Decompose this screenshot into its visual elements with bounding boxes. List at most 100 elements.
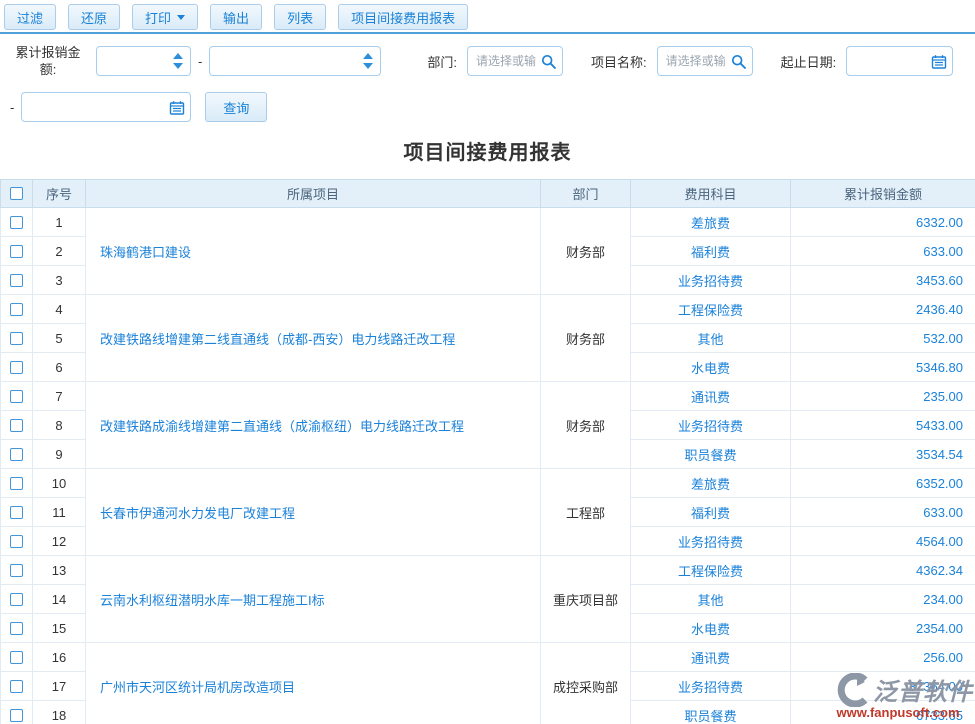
amount-cell[interactable]: 5346.80 [791,353,975,382]
row-number: 9 [33,440,86,469]
row-checkbox[interactable] [10,274,23,287]
row-checkbox[interactable] [10,216,23,229]
list-button[interactable]: 列表 [274,4,326,30]
expense-category-link[interactable]: 业务招待费 [631,411,791,440]
row-checkbox[interactable] [10,506,23,519]
spinner-up-icon[interactable] [363,53,373,59]
toolbar: 过滤 还原 打印 输出 列表 项目间接费用报表 [0,0,975,34]
expense-category-link[interactable]: 工程保险费 [631,295,791,324]
amount-min-field[interactable] [96,46,191,76]
amount-cell[interactable]: 532.00 [791,324,975,353]
spinner-down-icon[interactable] [363,63,373,69]
row-checkbox-cell [1,672,33,701]
row-number: 18 [33,701,86,724]
row-checkbox[interactable] [10,303,23,316]
select-all-checkbox[interactable] [10,187,23,200]
amount-cell[interactable]: 3453.60 [791,266,975,295]
row-checkbox-cell [1,614,33,643]
row-checkbox[interactable] [10,361,23,374]
amount-cell[interactable]: 633.00 [791,237,975,266]
amount-cell[interactable]: 3534.54 [791,440,975,469]
amount-cell[interactable]: 4564.00 [791,527,975,556]
row-checkbox[interactable] [10,651,23,664]
amount-cell[interactable]: 6332.00 [791,208,975,237]
row-checkbox[interactable] [10,477,23,490]
header-project: 所属项目 [86,180,541,208]
row-checkbox[interactable] [10,535,23,548]
expense-category-link[interactable]: 通讯费 [631,643,791,672]
amount-max-input[interactable] [210,47,380,75]
expense-category-link[interactable]: 差旅费 [631,469,791,498]
project-name-link[interactable]: 广州市天河区统计局机房改造项目 [86,643,541,724]
search-icon[interactable] [731,54,747,70]
row-checkbox[interactable] [10,680,23,693]
amount-cell[interactable]: 2354.00 [791,614,975,643]
search-icon[interactable] [541,54,557,70]
row-checkbox[interactable] [10,622,23,635]
filter-button[interactable]: 过滤 [4,4,56,30]
project-name-link[interactable]: 珠海鹤港口建设 [86,208,541,295]
query-button[interactable]: 查询 [205,92,267,122]
row-checkbox[interactable] [10,709,23,722]
amount-cell[interactable]: 235.00 [791,382,975,411]
amount-max-field[interactable] [209,46,381,76]
row-checkbox[interactable] [10,332,23,345]
row-checkbox[interactable] [10,390,23,403]
amount-cell[interactable]: 37364.00 [791,672,975,701]
project-name-label: 项目名称: [591,52,647,71]
row-number: 2 [33,237,86,266]
end-date-field[interactable] [21,92,191,122]
calendar-icon[interactable] [169,100,185,116]
amount-cell[interactable]: 6352.00 [791,469,975,498]
amount-max-stepper[interactable] [363,47,373,75]
department-field[interactable] [467,46,563,76]
department-cell: 成控采购部 [541,643,631,724]
row-number: 12 [33,527,86,556]
project-name-link[interactable]: 改建铁路成渝线增建第二直通线（成渝枢纽）电力线路迁改工程 [86,382,541,469]
expense-category-link[interactable]: 福利费 [631,237,791,266]
expense-category-link[interactable]: 其他 [631,324,791,353]
row-checkbox[interactable] [10,448,23,461]
tab-indirect-expense-report[interactable]: 项目间接费用报表 [338,4,468,30]
amount-cell[interactable]: 633.00 [791,498,975,527]
start-date-field[interactable] [846,46,953,76]
expense-category-link[interactable]: 差旅费 [631,208,791,237]
department-cell: 财务部 [541,382,631,469]
spinner-down-icon[interactable] [173,63,183,69]
row-checkbox[interactable] [10,245,23,258]
spinner-up-icon[interactable] [173,53,183,59]
expense-category-link[interactable]: 业务招待费 [631,527,791,556]
expense-category-link[interactable]: 福利费 [631,498,791,527]
amount-cell[interactable]: 2436.40 [791,295,975,324]
project-name-field[interactable] [657,46,753,76]
amount-cell[interactable]: 256.00 [791,643,975,672]
row-number: 17 [33,672,86,701]
project-name-link[interactable]: 云南水利枢纽潜明水库一期工程施工I标 [86,556,541,643]
export-button[interactable]: 输出 [210,4,262,30]
expense-category-link[interactable]: 业务招待费 [631,266,791,295]
expense-category-link[interactable]: 水电费 [631,614,791,643]
amount-cell[interactable]: 4362.34 [791,556,975,585]
amount-cell[interactable]: 234.00 [791,585,975,614]
project-name-link[interactable]: 改建铁路线增建第二线直通线（成都-西安）电力线路迁改工程 [86,295,541,382]
print-button[interactable]: 打印 [132,4,198,30]
expense-category-link[interactable]: 水电费 [631,353,791,382]
expense-category-link[interactable]: 其他 [631,585,791,614]
restore-button[interactable]: 还原 [68,4,120,30]
expense-category-link[interactable]: 工程保险费 [631,556,791,585]
amount-min-stepper[interactable] [173,47,183,75]
project-name-link[interactable]: 长春市伊通河水力发电厂改建工程 [86,469,541,556]
calendar-icon[interactable] [931,54,947,70]
expense-category-link[interactable]: 通讯费 [631,382,791,411]
expense-category-link[interactable]: 业务招待费 [631,672,791,701]
amount-cell[interactable]: 5433.00 [791,411,975,440]
row-checkbox[interactable] [10,593,23,606]
expense-category-link[interactable]: 职员餐费 [631,701,791,724]
amount-cell[interactable]: 6733.65 [791,701,975,724]
row-checkbox[interactable] [10,419,23,432]
row-checkbox-cell [1,643,33,672]
expense-category-link[interactable]: 职员餐费 [631,440,791,469]
row-checkbox[interactable] [10,564,23,577]
list-button-label: 列表 [287,8,313,27]
end-date-input[interactable] [22,93,190,121]
